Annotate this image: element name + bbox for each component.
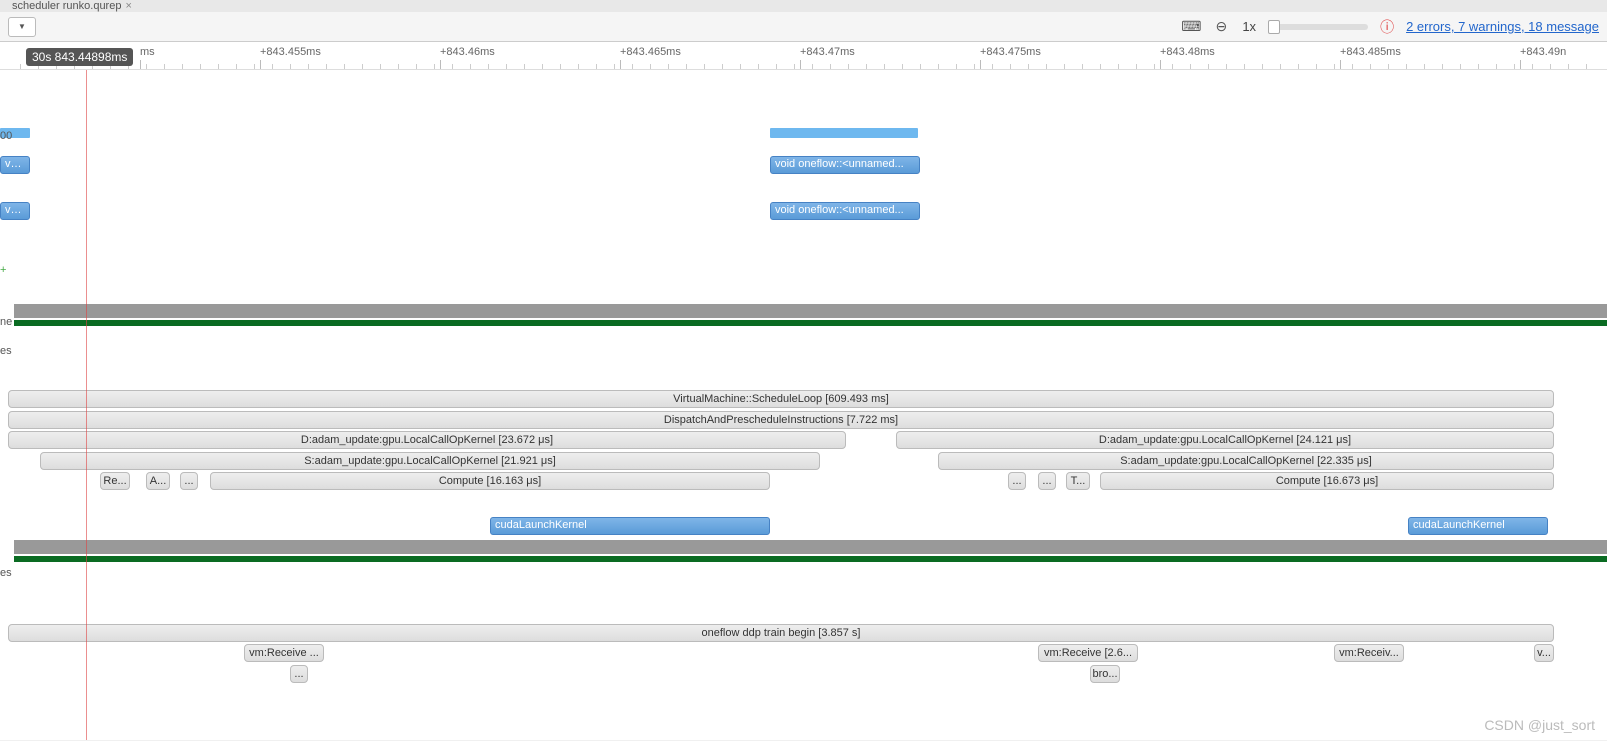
timeline-event[interactable]: S:adam_update:gpu.LocalCallOpKernel [21.… — [40, 452, 820, 470]
row-label: ne — [0, 316, 1605, 328]
ruler-tick: +843.46ms — [440, 42, 495, 69]
timeline-event[interactable]: VirtualMachine::ScheduleLoop [609.493 ms… — [8, 390, 1554, 408]
chevron-down-icon: ▼ — [18, 22, 26, 31]
timeline-event[interactable]: bro... — [1090, 665, 1120, 683]
timeline-event[interactable]: A... — [146, 472, 170, 490]
zoom-slider[interactable] — [1268, 24, 1368, 30]
timeline-event[interactable]: Compute [16.673 μs] — [1100, 472, 1554, 490]
timeline-event[interactable]: cudaLaunchKernel — [490, 517, 770, 535]
row-label: es — [0, 345, 1605, 357]
timeline-event[interactable]: vm:Receive [2.6... — [1038, 644, 1138, 662]
dropdown-button[interactable]: ▼ — [8, 17, 36, 37]
thread-bar — [14, 556, 1607, 562]
ruler-tick: +843.48ms — [1160, 42, 1215, 69]
row-label: es — [0, 567, 1605, 579]
timeline-event[interactable]: voi... — [0, 156, 30, 174]
timeline-event[interactable]: void oneflow::<unnamed... — [770, 156, 920, 174]
timeline-event[interactable]: ... — [290, 665, 308, 683]
timeline-event[interactable]: voi... — [0, 202, 30, 220]
close-icon[interactable]: × — [125, 0, 131, 12]
zoom-out-icon[interactable]: ⊖ — [1212, 18, 1230, 36]
timeline-event[interactable]: T... — [1066, 472, 1090, 490]
timeline-event[interactable]: vm:Receive ... — [244, 644, 324, 662]
timeline-event[interactable]: ... — [1008, 472, 1026, 490]
keyboard-icon[interactable]: ⌨ — [1182, 18, 1200, 36]
timeline-area[interactable]: voi...void oneflow::<unnamed...voi...voi… — [0, 70, 1607, 740]
timeline-event[interactable]: ... — [180, 472, 198, 490]
timeline-event[interactable]: oneflow ddp train begin [3.857 s] — [8, 624, 1554, 642]
toolbar-right: ⌨ ⊖ 1x ⓘ 2 errors, 7 warnings, 18 messag… — [1182, 17, 1599, 37]
timeline-event[interactable]: ... — [1038, 472, 1056, 490]
status-link[interactable]: 2 errors, 7 warnings, 18 message — [1406, 19, 1599, 34]
toolbar-left: ▼ — [8, 17, 36, 37]
timeline-event[interactable]: S:adam_update:gpu.LocalCallOpKernel [22.… — [938, 452, 1554, 470]
ruler-tick: +843.49n — [1520, 42, 1566, 69]
timeline-event[interactable]: Re... — [100, 472, 130, 490]
timeline-event[interactable]: Compute [16.163 μs] — [210, 472, 770, 490]
timeline-event[interactable]: D:adam_update:gpu.LocalCallOpKernel [24.… — [896, 431, 1554, 449]
time-tooltip: 30s 843.44898ms — [26, 48, 133, 66]
ruler-tick: ms — [140, 42, 155, 69]
timeline-event[interactable]: v... — [1534, 644, 1554, 662]
separator-bar — [14, 540, 1607, 554]
file-tab[interactable]: scheduler runko.qurep × — [4, 0, 140, 12]
row-label: 00 — [0, 130, 1605, 142]
toolbar: ▼ ⌨ ⊖ 1x ⓘ 2 errors, 7 warnings, 18 mess… — [0, 12, 1607, 42]
timeline-event[interactable]: vm:Receiv... — [1334, 644, 1404, 662]
add-track-icon[interactable]: + — [0, 264, 6, 276]
error-icon: ⓘ — [1380, 17, 1394, 37]
timeline-event[interactable]: D:adam_update:gpu.LocalCallOpKernel [23.… — [8, 431, 846, 449]
tab-title: scheduler runko.qurep — [12, 0, 121, 12]
slider-thumb[interactable] — [1268, 20, 1280, 34]
ruler-tick: +843.47ms — [800, 42, 855, 69]
zoom-label: 1x — [1242, 19, 1256, 34]
timeline-event[interactable]: DispatchAndPrescheduleInstructions [7.72… — [8, 411, 1554, 429]
time-ruler[interactable]: ms+843.455ms+843.46ms+843.465ms+843.47ms… — [0, 42, 1607, 70]
tab-bar: scheduler runko.qurep × — [0, 0, 1607, 12]
timeline-event[interactable]: void oneflow::<unnamed... — [770, 202, 920, 220]
timeline-event[interactable]: cudaLaunchKernel — [1408, 517, 1548, 535]
